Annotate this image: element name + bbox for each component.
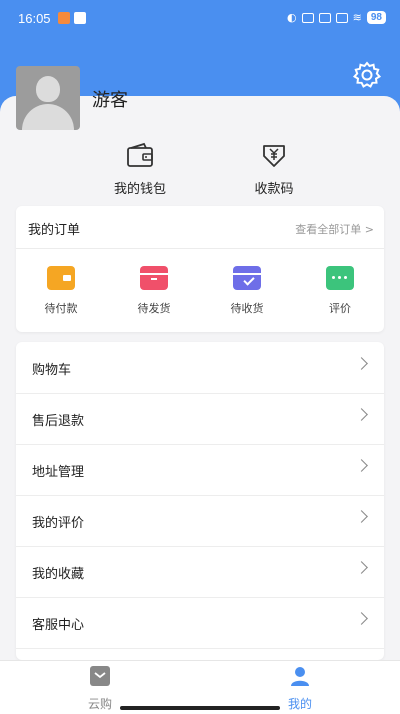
status-bar: 16:05 ◐ ≋ 98 xyxy=(0,0,400,36)
order-pending-receipt[interactable]: 待收货 xyxy=(212,266,282,316)
chevron-right-icon xyxy=(355,612,368,625)
menu-item-my-reviews[interactable]: 我的评价 xyxy=(16,495,384,547)
username: 游客 xyxy=(92,90,128,111)
signal-icon xyxy=(335,12,348,23)
menu-card: 购物车 售后退款 地址管理 我的评价 我的收藏 客服中心 xyxy=(16,342,384,660)
order-pending-payment[interactable]: 待付款 xyxy=(26,266,96,316)
menu-item-customer-service[interactable]: 客服中心 xyxy=(16,597,384,649)
chevron-right-icon xyxy=(355,408,368,421)
wallet-pay-icon xyxy=(47,266,75,290)
menu-item-favorites[interactable]: 我的收藏 xyxy=(16,546,384,598)
chevron-right-icon xyxy=(355,561,368,574)
order-pending-shipment[interactable]: 待发货 xyxy=(119,266,189,316)
notification-app-icon xyxy=(58,12,70,24)
tab-mine[interactable]: 我的 xyxy=(260,665,340,712)
home-indicator xyxy=(120,706,280,710)
order-pending-shipment-label: 待发货 xyxy=(137,302,171,315)
order-review-label: 评价 xyxy=(329,302,351,315)
menu-item-label: 我的评价 xyxy=(32,516,85,531)
person-icon xyxy=(291,667,309,686)
my-wallet-button[interactable]: 我的钱包 xyxy=(80,142,200,197)
nfc-icon xyxy=(318,12,331,23)
orders-title: 我的订单 xyxy=(28,223,81,238)
avatar[interactable] xyxy=(16,66,80,130)
avatar-body-shape xyxy=(22,104,74,130)
avatar-head-shape xyxy=(36,76,60,102)
cloud-shop-icon xyxy=(90,666,110,686)
orders-card: 我的订单 查看全部订单 > 待付款 待发货 待收货 评价 xyxy=(16,206,384,332)
tab-cloud-shop[interactable]: 云购 xyxy=(60,665,140,712)
menu-item-after-sales[interactable]: 售后退款 xyxy=(16,393,384,445)
my-wallet-label: 我的钱包 xyxy=(113,182,166,197)
chevron-right-icon xyxy=(355,459,368,472)
settings-gear-icon[interactable] xyxy=(352,60,382,90)
status-time: 16:05 xyxy=(18,11,51,26)
receive-box-icon xyxy=(233,266,261,290)
status-indicators: ◐ ≋ 98 xyxy=(287,11,386,24)
box-ship-icon xyxy=(140,266,168,290)
wallet-icon xyxy=(127,142,153,167)
payment-code-label: 收款码 xyxy=(254,182,294,197)
wifi-icon: ≋ xyxy=(352,11,362,24)
order-review[interactable]: 评价 xyxy=(305,266,375,316)
order-pending-receipt-label: 待收货 xyxy=(230,302,264,315)
menu-item-label: 地址管理 xyxy=(32,465,85,480)
menu-item-shopping-cart[interactable]: 购物车 xyxy=(16,342,384,394)
menu-item-label: 购物车 xyxy=(32,363,72,378)
chevron-right-icon xyxy=(355,510,368,523)
chevron-right-icon xyxy=(355,357,368,370)
menu-item-label: 客服中心 xyxy=(32,618,85,633)
battery-icon: 98 xyxy=(366,11,386,24)
comment-icon xyxy=(326,266,354,290)
order-pending-payment-label: 待付款 xyxy=(44,302,78,315)
orders-header: 我的订单 查看全部订单 > xyxy=(16,206,384,249)
notification-message-icon xyxy=(74,12,86,24)
menu-item-label: 我的收藏 xyxy=(32,567,85,582)
view-all-orders-link[interactable]: 查看全部订单 > xyxy=(295,221,374,237)
vibrate-icon xyxy=(301,12,314,23)
yuan-receive-icon xyxy=(263,145,285,167)
status-notification-icons xyxy=(58,12,86,24)
menu-item-address[interactable]: 地址管理 xyxy=(16,444,384,496)
menu-item-label: 售后退款 xyxy=(32,414,85,429)
alarm-icon: ◐ xyxy=(287,11,297,24)
payment-code-button[interactable]: 收款码 xyxy=(214,142,334,197)
